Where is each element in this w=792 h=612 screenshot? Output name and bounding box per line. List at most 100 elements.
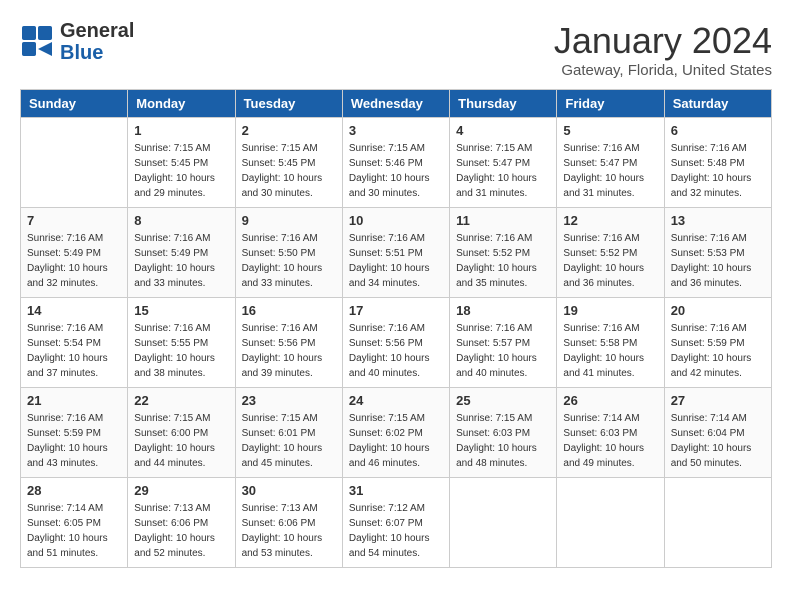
calendar-cell: 3 Sunrise: 7:15 AM Sunset: 5:46 PM Daylig…	[342, 118, 449, 208]
calendar-cell: 8 Sunrise: 7:16 AM Sunset: 5:49 PM Daylig…	[128, 208, 235, 298]
day-info: Sunrise: 7:16 AM Sunset: 5:48 PM Dayligh…	[671, 141, 765, 201]
calendar-cell: 24Sunrise: 7:15 AM Sunset: 6:02 PM Dayli…	[342, 388, 449, 478]
calendar-cell	[21, 118, 128, 208]
calendar-cell: 28 Sunrise: 7:14 AM Sunset: 6:05 PM Dayli…	[21, 478, 128, 568]
calendar-week-row: 14 Sunrise: 7:16 AM Sunset: 5:54 PM Dayli…	[21, 298, 772, 388]
day-number: 25	[456, 393, 550, 408]
calendar-cell: 31Sunrise: 7:12 AM Sunset: 6:07 PM Dayli…	[342, 478, 449, 568]
day-info: Sunrise: 7:14 AM Sunset: 6:05 PM Dayligh…	[27, 501, 121, 561]
logo-blue: Blue	[60, 42, 103, 64]
day-info: Sunrise: 7:16 AM Sunset: 5:56 PM Dayligh…	[242, 321, 336, 381]
day-number: 31	[349, 483, 443, 498]
calendar-cell: 14 Sunrise: 7:16 AM Sunset: 5:54 PM Dayli…	[21, 298, 128, 388]
day-number: 29	[134, 483, 228, 498]
calendar-cell: 5Sunrise: 7:16 AM Sunset: 5:47 PM Daylig…	[557, 118, 664, 208]
calendar-cell: 7Sunrise: 7:16 AM Sunset: 5:49 PM Daylig…	[21, 208, 128, 298]
day-number: 18	[456, 303, 550, 318]
day-number: 1	[134, 123, 228, 138]
day-number: 11	[456, 213, 550, 228]
weekday-header-monday: Monday	[128, 90, 235, 118]
day-number: 4	[456, 123, 550, 138]
day-number: 7	[27, 213, 121, 228]
logo-general: General	[60, 20, 134, 42]
calendar-cell	[664, 478, 771, 568]
calendar-body: 1 Sunrise: 7:15 AM Sunset: 5:45 PM Daylig…	[21, 118, 772, 568]
day-info: Sunrise: 7:15 AM Sunset: 5:45 PM Dayligh…	[134, 141, 228, 201]
day-number: 15	[134, 303, 228, 318]
calendar-cell: 23Sunrise: 7:15 AM Sunset: 6:01 PM Dayli…	[235, 388, 342, 478]
day-info: Sunrise: 7:16 AM Sunset: 5:55 PM Dayligh…	[134, 321, 228, 381]
title-section: January 2024 Gateway, Florida, United St…	[554, 20, 772, 79]
day-info: Sunrise: 7:15 AM Sunset: 5:47 PM Dayligh…	[456, 141, 550, 201]
day-info: Sunrise: 7:16 AM Sunset: 5:59 PM Dayligh…	[671, 321, 765, 381]
calendar-cell: 16 Sunrise: 7:16 AM Sunset: 5:56 PM Dayli…	[235, 298, 342, 388]
day-number: 6	[671, 123, 765, 138]
day-info: Sunrise: 7:16 AM Sunset: 5:59 PM Dayligh…	[27, 411, 121, 471]
calendar-cell: 11Sunrise: 7:16 AM Sunset: 5:52 PM Dayli…	[450, 208, 557, 298]
calendar-cell: 22 Sunrise: 7:15 AM Sunset: 6:00 PM Dayli…	[128, 388, 235, 478]
day-info: Sunrise: 7:16 AM Sunset: 5:54 PM Dayligh…	[27, 321, 121, 381]
calendar-week-row: 1 Sunrise: 7:15 AM Sunset: 5:45 PM Daylig…	[21, 118, 772, 208]
day-number: 8	[134, 213, 228, 228]
day-number: 16	[242, 303, 336, 318]
day-info: Sunrise: 7:14 AM Sunset: 6:04 PM Dayligh…	[671, 411, 765, 471]
weekday-header-thursday: Thursday	[450, 90, 557, 118]
calendar-cell: 17Sunrise: 7:16 AM Sunset: 5:56 PM Dayli…	[342, 298, 449, 388]
day-number: 10	[349, 213, 443, 228]
day-info: Sunrise: 7:15 AM Sunset: 5:45 PM Dayligh…	[242, 141, 336, 201]
weekday-header-sunday: Sunday	[21, 90, 128, 118]
calendar-cell: 25 Sunrise: 7:15 AM Sunset: 6:03 PM Dayli…	[450, 388, 557, 478]
day-info: Sunrise: 7:13 AM Sunset: 6:06 PM Dayligh…	[134, 501, 228, 561]
calendar-week-row: 28 Sunrise: 7:14 AM Sunset: 6:05 PM Dayli…	[21, 478, 772, 568]
day-info: Sunrise: 7:15 AM Sunset: 6:03 PM Dayligh…	[456, 411, 550, 471]
calendar-cell: 6 Sunrise: 7:16 AM Sunset: 5:48 PM Daylig…	[664, 118, 771, 208]
calendar-cell: 1 Sunrise: 7:15 AM Sunset: 5:45 PM Daylig…	[128, 118, 235, 208]
calendar-week-row: 7 Sunrise: 7:16 AM Sunset: 5:49 PM Daylig…	[21, 208, 772, 298]
calendar-cell: 30 Sunrise: 7:13 AM Sunset: 6:06 PM Dayli…	[235, 478, 342, 568]
calendar-cell: 18 Sunrise: 7:16 AM Sunset: 5:57 PM Dayli…	[450, 298, 557, 388]
calendar-header-row: SundayMondayTuesdayWednesdayThursdayFrid…	[21, 90, 772, 118]
day-number: 17	[349, 303, 443, 318]
calendar-cell: 29 Sunrise: 7:13 AM Sunset: 6:06 PM Dayli…	[128, 478, 235, 568]
day-number: 27	[671, 393, 765, 408]
calendar-cell: 4 Sunrise: 7:15 AM Sunset: 5:47 PM Daylig…	[450, 118, 557, 208]
calendar-cell: 13 Sunrise: 7:16 AM Sunset: 5:53 PM Dayli…	[664, 208, 771, 298]
weekday-header-saturday: Saturday	[664, 90, 771, 118]
day-info: Sunrise: 7:13 AM Sunset: 6:06 PM Dayligh…	[242, 501, 336, 561]
day-number: 24	[349, 393, 443, 408]
day-number: 30	[242, 483, 336, 498]
day-number: 14	[27, 303, 121, 318]
weekday-header-friday: Friday	[557, 90, 664, 118]
calendar-cell: 27 Sunrise: 7:14 AM Sunset: 6:04 PM Dayli…	[664, 388, 771, 478]
calendar-cell: 20 Sunrise: 7:16 AM Sunset: 5:59 PM Dayli…	[664, 298, 771, 388]
day-number: 28	[27, 483, 121, 498]
day-number: 12	[563, 213, 657, 228]
logo: General Blue	[20, 20, 134, 64]
page-header: General Blue January 2024 Gateway, Flori…	[20, 20, 772, 79]
weekday-header-wednesday: Wednesday	[342, 90, 449, 118]
day-number: 2	[242, 123, 336, 138]
day-info: Sunrise: 7:16 AM Sunset: 5:50 PM Dayligh…	[242, 231, 336, 291]
day-number: 22	[134, 393, 228, 408]
calendar-week-row: 21Sunrise: 7:16 AM Sunset: 5:59 PM Dayli…	[21, 388, 772, 478]
calendar-subtitle: Gateway, Florida, United States	[554, 62, 772, 79]
day-info: Sunrise: 7:14 AM Sunset: 6:03 PM Dayligh…	[563, 411, 657, 471]
calendar-cell: 19Sunrise: 7:16 AM Sunset: 5:58 PM Dayli…	[557, 298, 664, 388]
day-number: 20	[671, 303, 765, 318]
calendar-cell: 10Sunrise: 7:16 AM Sunset: 5:51 PM Dayli…	[342, 208, 449, 298]
day-info: Sunrise: 7:16 AM Sunset: 5:57 PM Dayligh…	[456, 321, 550, 381]
day-number: 3	[349, 123, 443, 138]
day-number: 26	[563, 393, 657, 408]
day-number: 13	[671, 213, 765, 228]
calendar-cell: 2 Sunrise: 7:15 AM Sunset: 5:45 PM Daylig…	[235, 118, 342, 208]
calendar-cell: 9Sunrise: 7:16 AM Sunset: 5:50 PM Daylig…	[235, 208, 342, 298]
day-info: Sunrise: 7:15 AM Sunset: 6:00 PM Dayligh…	[134, 411, 228, 471]
day-number: 19	[563, 303, 657, 318]
calendar-table: SundayMondayTuesdayWednesdayThursdayFrid…	[20, 89, 772, 568]
calendar-cell: 15 Sunrise: 7:16 AM Sunset: 5:55 PM Dayli…	[128, 298, 235, 388]
day-number: 5	[563, 123, 657, 138]
day-info: Sunrise: 7:15 AM Sunset: 5:46 PM Dayligh…	[349, 141, 443, 201]
day-info: Sunrise: 7:16 AM Sunset: 5:53 PM Dayligh…	[671, 231, 765, 291]
day-info: Sunrise: 7:16 AM Sunset: 5:49 PM Dayligh…	[134, 231, 228, 291]
calendar-cell	[557, 478, 664, 568]
